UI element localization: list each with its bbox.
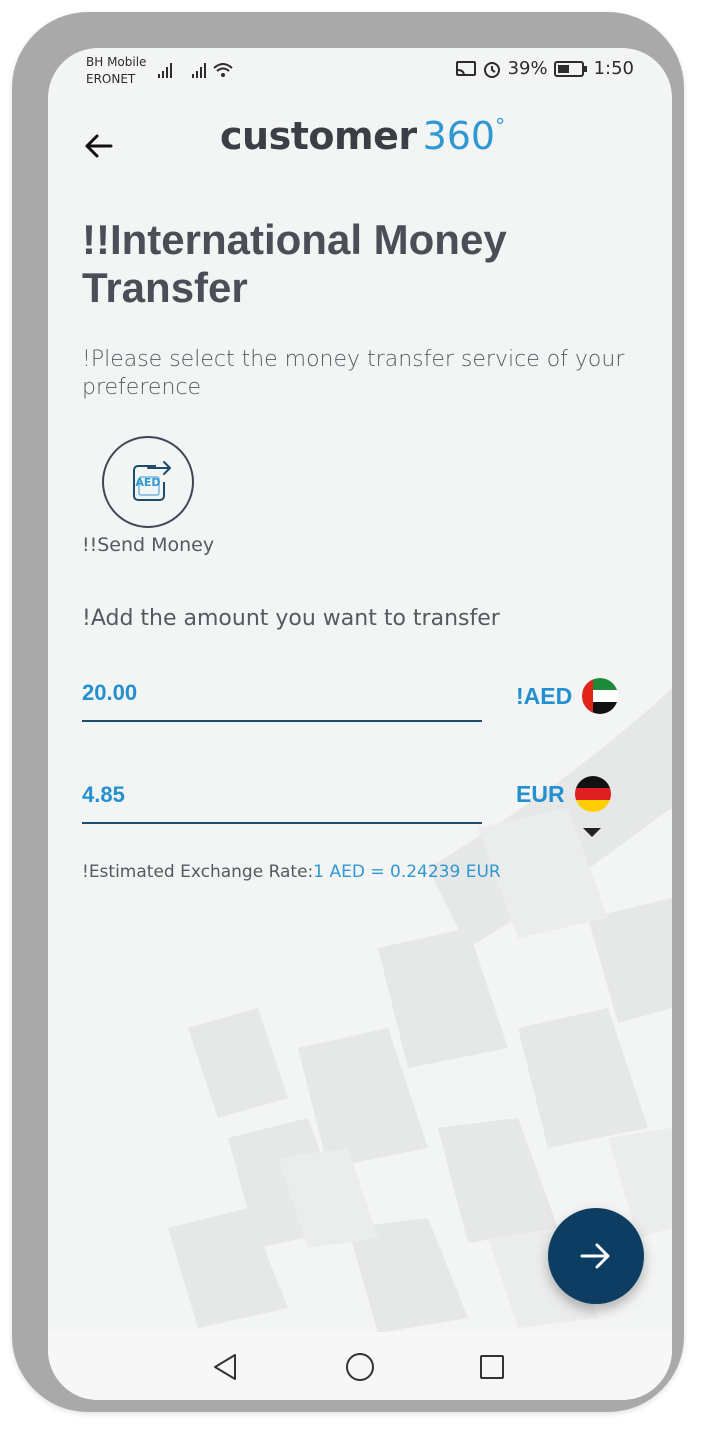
carrier-name: BH Mobile: [86, 55, 147, 69]
page-subtitle: !Please select the money transfer servic…: [82, 347, 625, 400]
phone-frame: BH Mobile ERONET 39% 1:50 customer 360° …: [12, 12, 684, 1412]
service-icon-text: AED: [135, 476, 161, 489]
to-amount-field[interactable]: [82, 770, 482, 824]
to-amount-input[interactable]: [82, 782, 482, 808]
from-amount-field[interactable]: [82, 668, 482, 722]
nav-recents-icon: [480, 1355, 504, 1379]
nav-recents-button[interactable]: [475, 1350, 509, 1384]
clock-time: 1:50: [593, 58, 634, 79]
back-button[interactable]: [76, 124, 120, 168]
back-arrow-icon: [85, 134, 113, 158]
signal-wifi-icon: [158, 63, 233, 78]
status-bar: BH Mobile ERONET 39% 1:50: [48, 48, 672, 118]
app-screen: BH Mobile ERONET 39% 1:50 customer 360° …: [48, 48, 672, 1400]
exchange-rate-label: !Estimated Exchange Rate:: [82, 862, 314, 882]
alarm-icon: [483, 61, 500, 78]
page-title: !!International Money Transfer: [82, 216, 507, 311]
to-currency-selector[interactable]: EUR: [516, 776, 611, 812]
send-money-option[interactable]: AED !!Send Money: [82, 436, 232, 566]
uae-flag-icon: [582, 678, 619, 714]
nav-home-button[interactable]: [343, 1350, 377, 1384]
next-arrow-icon: [580, 1243, 610, 1269]
carrier-secondary: ERONET: [86, 72, 136, 86]
logo-main-text: customer: [220, 114, 417, 158]
from-amount-input[interactable]: [82, 680, 482, 706]
dropdown-caret-icon[interactable]: [583, 828, 601, 837]
app-header: customer 360°: [48, 114, 672, 174]
logo-number: 360: [422, 114, 496, 158]
nav-back-button[interactable]: [208, 1350, 242, 1384]
customer360-logo: customer 360°: [220, 114, 505, 164]
carrier-info: BH Mobile ERONET: [86, 54, 146, 88]
to-currency-code: EUR: [516, 780, 565, 807]
nav-back-icon: [214, 1354, 236, 1380]
from-currency-selector[interactable]: !AED: [516, 678, 619, 714]
android-nav-bar: [48, 1332, 672, 1400]
cast-icon: [455, 60, 476, 76]
send-money-label: !!Send Money: [82, 534, 215, 556]
nav-home-icon: [346, 1353, 374, 1381]
status-right: 39% 1:50: [455, 58, 634, 79]
exchange-rate: !Estimated Exchange Rate:1 AED = 0.24239…: [82, 862, 501, 882]
next-button[interactable]: [548, 1208, 644, 1304]
exchange-rate-value: 1 AED = 0.24239 EUR: [313, 862, 501, 882]
germany-flag-icon: [574, 776, 611, 812]
battery-percent: 39%: [507, 58, 548, 79]
from-currency-code: !AED: [516, 682, 573, 709]
amount-prompt: !Add the amount you want to transfer: [82, 606, 500, 631]
battery-icon: [553, 60, 587, 77]
logo-accent-text: 360°: [423, 114, 506, 158]
logo-degree: °: [495, 114, 506, 138]
